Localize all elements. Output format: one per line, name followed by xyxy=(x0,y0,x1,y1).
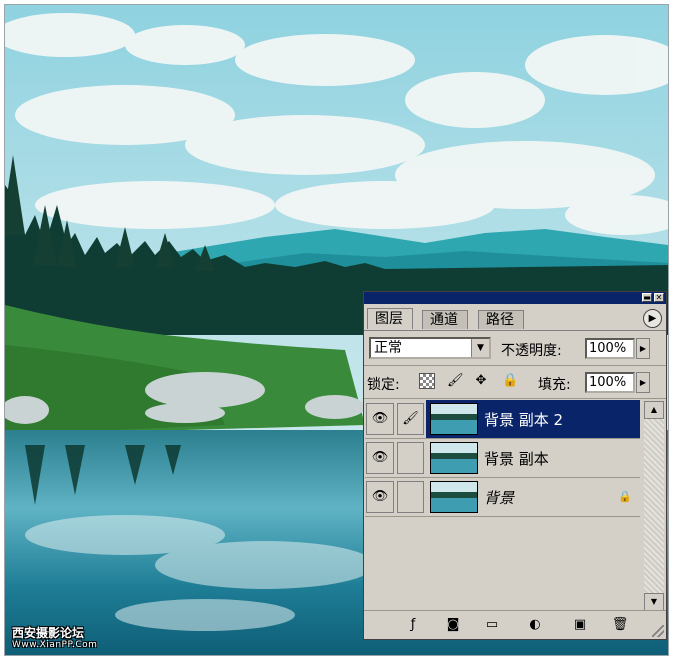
eye-icon[interactable]: 👁 xyxy=(366,403,394,435)
layer-thumbnail xyxy=(430,481,478,513)
tab-divider xyxy=(364,330,666,331)
tab-layers[interactable]: 图层 xyxy=(367,308,413,329)
close-icon[interactable]: ✕ xyxy=(654,293,664,302)
lock-pixels-brush-icon[interactable]: 🖌 xyxy=(447,373,464,389)
layer-name: 背景 xyxy=(484,489,515,507)
opacity-label: 不透明度: xyxy=(501,343,562,359)
layer-name-area[interactable]: 背景 副本 2 xyxy=(426,400,640,438)
lock-icon: 🔒 xyxy=(618,490,632,503)
layers-list: 👁 🖌 背景 副本 2 👁 背景 副本 👁 背景 🔒 xyxy=(365,400,640,610)
fill-field[interactable]: 100% xyxy=(585,372,635,393)
new-group-folder-icon[interactable]: ▭ xyxy=(481,616,503,634)
lock-all-icon[interactable]: 🔒 xyxy=(502,373,518,389)
blend-mode-value: 正常 xyxy=(374,340,402,356)
blend-mode-select[interactable]: 正常 ▼ xyxy=(369,337,491,359)
lock-position-move-icon[interactable]: ✥ xyxy=(473,373,489,389)
palette-tabs: 图层 通道 路径 xyxy=(367,308,638,330)
adjustment-layer-icon[interactable]: ◐ xyxy=(524,616,546,634)
trash-icon[interactable]: 🗑 xyxy=(609,616,631,634)
layer-row[interactable]: 👁 背景 副本 xyxy=(365,439,640,478)
layer-style-icon[interactable]: ƒ xyxy=(402,616,424,634)
brush-icon[interactable]: 🖌 xyxy=(397,403,424,435)
tab-channels[interactable]: 通道 xyxy=(422,310,468,329)
palette-menu-icon[interactable]: ▶ xyxy=(643,309,662,328)
layer-thumbnail xyxy=(430,403,478,435)
eye-icon[interactable]: 👁 xyxy=(366,481,394,513)
link-slot[interactable] xyxy=(397,442,424,474)
fill-slider-button[interactable]: ▶ xyxy=(636,372,650,393)
layer-name-area[interactable]: 背景 🔒 xyxy=(426,478,640,516)
eye-icon[interactable]: 👁 xyxy=(366,442,394,474)
new-layer-icon[interactable]: ▣ xyxy=(569,616,591,634)
layer-name: 背景 副本 xyxy=(484,450,549,468)
minimize-icon[interactable]: ▬ xyxy=(642,293,652,302)
opacity-slider-button[interactable]: ▶ xyxy=(636,338,650,359)
scroll-up-icon[interactable]: ▲ xyxy=(644,401,664,419)
link-slot[interactable] xyxy=(397,481,424,513)
divider xyxy=(364,365,666,366)
palette-footer: ƒ ◙ ▭ ◐ ▣ 🗑 xyxy=(364,610,666,639)
divider xyxy=(364,398,666,399)
lock-transparency-icon[interactable] xyxy=(419,373,435,389)
layers-palette: ▬ ✕ 图层 通道 路径 ▶ 正常 ▼ 不透明度: 100% ▶ 锁定: 🖌 ✥… xyxy=(363,291,667,640)
fill-label: 填充: xyxy=(538,377,571,393)
layer-name: 背景 副本 2 xyxy=(484,411,564,429)
palette-titlebar[interactable]: ▬ ✕ xyxy=(364,292,666,304)
resize-grip-icon[interactable] xyxy=(652,625,664,637)
layer-row[interactable]: 👁 🖌 背景 副本 2 xyxy=(365,400,640,439)
add-mask-icon[interactable]: ◙ xyxy=(442,616,464,634)
watermark: 西安摄影论坛 Www.XianPP.Com xyxy=(12,626,97,651)
watermark-url: Www.XianPP.Com xyxy=(12,640,98,650)
watermark-title: 西安摄影论坛 xyxy=(12,626,85,640)
tab-paths[interactable]: 路径 xyxy=(478,310,524,329)
layer-row[interactable]: 👁 背景 🔒 xyxy=(365,478,640,517)
chevron-down-icon[interactable]: ▼ xyxy=(471,339,489,357)
scroll-down-icon[interactable]: ▼ xyxy=(644,593,664,611)
lock-label: 锁定: xyxy=(367,377,400,393)
layer-name-area[interactable]: 背景 副本 xyxy=(426,439,640,477)
layer-thumbnail xyxy=(430,442,478,474)
opacity-field[interactable]: 100% xyxy=(585,338,635,359)
layers-scrollbar[interactable]: ▲ ▼ xyxy=(644,401,664,611)
